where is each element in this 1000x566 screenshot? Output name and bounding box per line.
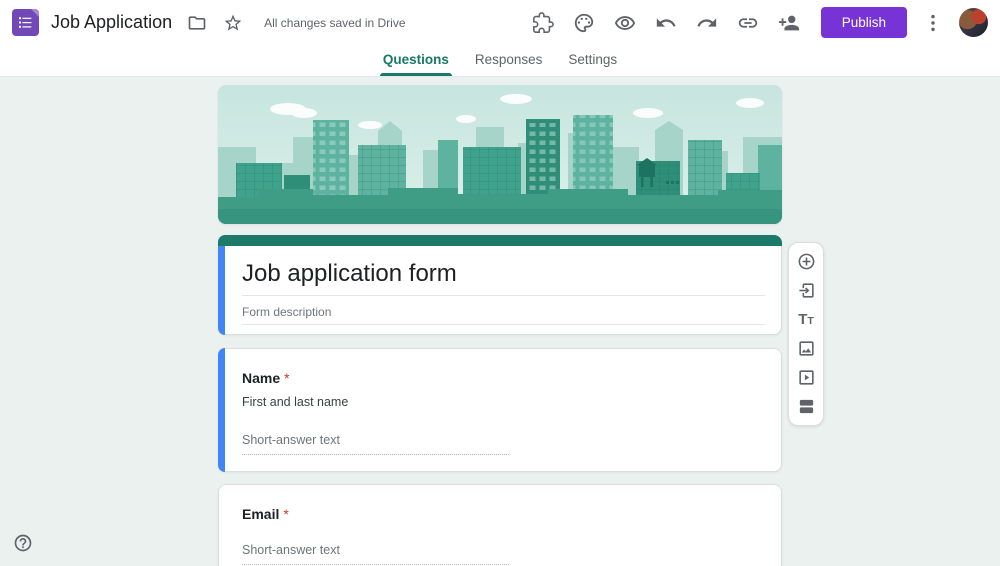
document-title[interactable]: Job Application: [51, 12, 172, 33]
add-video-icon[interactable]: [792, 365, 820, 391]
form-header-image[interactable]: [218, 85, 782, 224]
question-toolbar: TT: [788, 242, 824, 426]
add-section-icon[interactable]: [792, 394, 820, 420]
short-answer-field[interactable]: Short-answer text: [242, 543, 509, 565]
star-icon[interactable]: [218, 8, 248, 38]
undo-icon[interactable]: [651, 8, 681, 38]
form-title-card[interactable]: Job application form Form description: [218, 235, 782, 335]
question-title[interactable]: Email *: [242, 506, 765, 522]
short-answer-field[interactable]: Short-answer text: [242, 433, 509, 455]
tab-questions[interactable]: Questions: [370, 45, 462, 76]
tab-settings[interactable]: Settings: [555, 45, 630, 76]
add-title-icon[interactable]: TT: [792, 307, 820, 333]
user-avatar[interactable]: [959, 8, 988, 37]
form-description-input[interactable]: Form description: [242, 305, 765, 325]
required-asterisk: *: [283, 506, 289, 522]
form-tabs: Questions Responses Settings: [0, 45, 1000, 77]
import-questions-icon[interactable]: [792, 278, 820, 304]
question-card-name[interactable]: Name * First and last name Short-answer t…: [218, 348, 782, 472]
required-asterisk: *: [284, 370, 290, 386]
question-description[interactable]: First and last name: [242, 395, 765, 409]
publish-button[interactable]: Publish: [820, 7, 907, 38]
forms-list-glyph: [19, 17, 32, 28]
palette-icon[interactable]: [569, 8, 599, 38]
redo-icon[interactable]: [692, 8, 722, 38]
add-question-icon[interactable]: [792, 249, 820, 275]
help-icon[interactable]: [8, 528, 38, 558]
theme-accent-bar: [218, 235, 782, 246]
city-skyline-illustration: [218, 85, 782, 224]
more-vert-icon[interactable]: [918, 8, 948, 38]
save-status[interactable]: All changes saved in Drive: [264, 16, 405, 30]
add-image-icon[interactable]: [792, 336, 820, 362]
extensions-puzzle-icon[interactable]: [528, 8, 558, 38]
question-title-text: Name: [242, 370, 281, 386]
preview-eye-icon[interactable]: [610, 8, 640, 38]
title-glyph: TT: [798, 311, 814, 328]
selected-indicator: [218, 235, 225, 335]
form-editor-canvas: Job application form Form description Na…: [0, 77, 1000, 566]
top-app-bar: Job Application All changes saved in Dri…: [0, 0, 1000, 45]
folder-icon[interactable]: [182, 8, 212, 38]
copy-link-icon[interactable]: [733, 8, 763, 38]
question-title-text: Email: [242, 506, 280, 522]
question-card-email[interactable]: Email * Short-answer text: [218, 484, 782, 566]
add-collaborator-icon[interactable]: [774, 8, 804, 38]
tab-responses[interactable]: Responses: [462, 45, 556, 76]
forms-logo-icon[interactable]: [12, 9, 39, 36]
question-title[interactable]: Name *: [242, 370, 765, 386]
form-title-input[interactable]: Job application form: [242, 260, 765, 296]
selected-indicator: [218, 348, 225, 472]
